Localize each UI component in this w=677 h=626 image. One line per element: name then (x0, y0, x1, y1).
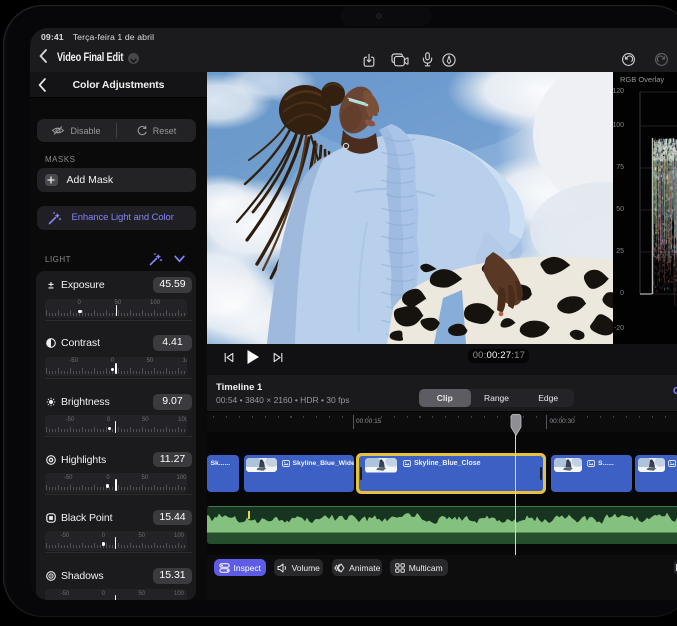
svg-text:±: ± (48, 281, 54, 292)
